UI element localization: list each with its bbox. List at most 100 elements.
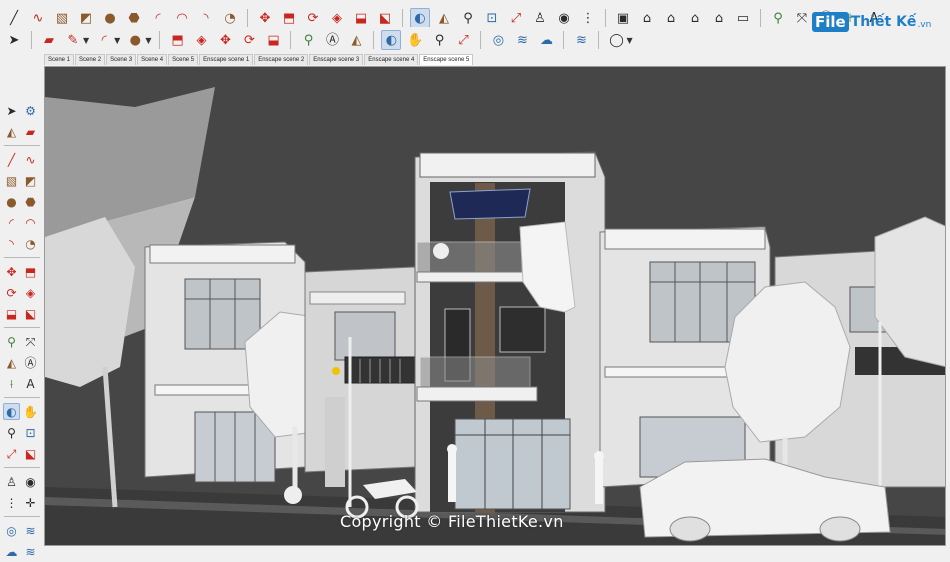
- scale-icon[interactable]: ⬓: [263, 30, 283, 50]
- move-icon[interactable]: ✥: [255, 8, 275, 28]
- dimension-icon[interactable]: ⤧: [792, 8, 812, 28]
- follow-me-icon[interactable]: ◈: [191, 30, 211, 50]
- component-icon[interactable]: ▣: [613, 8, 633, 28]
- protractor-icon[interactable]: ◭: [434, 8, 454, 28]
- scene-tab-active[interactable]: Enscape scene 5: [419, 54, 474, 65]
- shape-icon[interactable]: ●: [125, 30, 145, 50]
- move-icon[interactable]: ✥: [215, 30, 235, 50]
- position-camera-icon[interactable]: ♙: [3, 473, 20, 490]
- 3d-text-icon[interactable]: A: [22, 375, 39, 392]
- polygon-icon[interactable]: ⬣: [22, 193, 39, 210]
- eraser-icon[interactable]: ▰: [22, 123, 39, 140]
- scene-tab[interactable]: Enscape scene 2: [254, 54, 309, 65]
- section-plane-icon[interactable]: ◐: [410, 8, 430, 28]
- rectangle-icon[interactable]: ▧: [3, 172, 20, 189]
- rotate-icon[interactable]: ⟳: [303, 8, 323, 28]
- zoom-extents-icon[interactable]: ⤢: [506, 8, 526, 28]
- arc-icon[interactable]: ◜: [148, 8, 168, 28]
- chevron-down-icon[interactable]: ▼: [145, 36, 151, 45]
- orbit-icon[interactable]: ◐: [3, 403, 20, 420]
- axes-compass-icon[interactable]: ✛: [22, 494, 39, 511]
- circle-icon[interactable]: ●: [100, 8, 120, 28]
- walk-icon[interactable]: ⋮: [3, 494, 20, 511]
- polygon-icon[interactable]: ⬣: [124, 8, 144, 28]
- follow-me-icon[interactable]: ◈: [22, 284, 39, 301]
- styles-icon[interactable]: ≋: [22, 543, 39, 560]
- chevron-down-icon[interactable]: ▼: [626, 36, 632, 45]
- line-icon[interactable]: ╱: [4, 8, 24, 28]
- follow-me-icon[interactable]: ◈: [327, 8, 347, 28]
- zoom-icon[interactable]: ⚲: [429, 30, 449, 50]
- arc-icon[interactable]: ◜: [3, 214, 20, 231]
- text-icon[interactable]: Ⓐ: [22, 354, 39, 371]
- account-icon[interactable]: ◯: [606, 30, 626, 50]
- position-camera-icon[interactable]: ♙: [530, 8, 550, 28]
- component-icon[interactable]: ⚙: [22, 102, 39, 119]
- select-icon[interactable]: ➤: [3, 102, 20, 119]
- zoom-extents-icon[interactable]: ⤢: [3, 445, 20, 462]
- iso-view-icon[interactable]: ⌂: [637, 8, 657, 28]
- three-point-arc-icon[interactable]: ◝: [3, 235, 20, 252]
- dimension-icon[interactable]: ⤧: [22, 333, 39, 350]
- rotate-icon[interactable]: ⟳: [3, 284, 20, 301]
- select-icon[interactable]: ➤: [4, 30, 24, 50]
- fog-icon[interactable]: ☁: [3, 543, 20, 560]
- pie-icon[interactable]: ◔: [220, 8, 240, 28]
- zoom-icon[interactable]: ⚲: [3, 424, 20, 441]
- fog-icon[interactable]: ☁: [536, 30, 556, 50]
- pie-icon[interactable]: ◔: [22, 235, 39, 252]
- scene-tab[interactable]: Scene 3: [106, 54, 137, 65]
- protractor-icon[interactable]: ◭: [3, 354, 20, 371]
- chevron-down-icon[interactable]: ▼: [114, 36, 120, 45]
- scale-icon[interactable]: ⬓: [351, 8, 371, 28]
- styles-icon[interactable]: ≋: [571, 30, 591, 50]
- paint-bucket-icon[interactable]: ◭: [3, 123, 20, 140]
- tape-measure-icon[interactable]: ⚲: [768, 8, 788, 28]
- rotated-rectangle-icon[interactable]: ◩: [76, 8, 96, 28]
- rectangle-icon[interactable]: ▧: [52, 8, 72, 28]
- scene-tab[interactable]: Enscape scene 4: [364, 54, 419, 65]
- push-pull-icon[interactable]: ⬒: [167, 30, 187, 50]
- back-view-icon[interactable]: ▭: [733, 8, 753, 28]
- shadows-icon[interactable]: ≋: [512, 30, 532, 50]
- eraser-icon[interactable]: ▰: [39, 30, 59, 50]
- tape-measure-icon[interactable]: ⚲: [3, 333, 20, 350]
- offset-icon[interactable]: ⬕: [22, 305, 39, 322]
- scene-tab[interactable]: Scene 1: [44, 54, 75, 65]
- scene-tab[interactable]: Scene 4: [137, 54, 168, 65]
- freehand-icon[interactable]: ∿: [28, 8, 48, 28]
- section-icon[interactable]: ◎: [488, 30, 508, 50]
- right-view-icon[interactable]: ⌂: [709, 8, 729, 28]
- orbit-icon[interactable]: ◐: [381, 30, 402, 50]
- zoom-window-icon[interactable]: ⊡: [22, 424, 39, 441]
- rotate-icon[interactable]: ⟳: [239, 30, 259, 50]
- line-icon[interactable]: ╱: [3, 151, 20, 168]
- two-point-arc-icon[interactable]: ◠: [172, 8, 192, 28]
- model-viewport[interactable]: [44, 66, 946, 546]
- pan-icon[interactable]: ✋: [405, 30, 425, 50]
- zoom-extents-icon[interactable]: ⤢: [453, 30, 473, 50]
- shadows-icon[interactable]: ≋: [22, 522, 39, 539]
- scene-tab[interactable]: Enscape scene 3: [309, 54, 364, 65]
- previous-view-icon[interactable]: ⬕: [22, 445, 39, 462]
- arc-icon[interactable]: ◜: [94, 30, 114, 50]
- pencil-icon[interactable]: ✎: [63, 30, 83, 50]
- section-icon[interactable]: ◎: [3, 522, 20, 539]
- look-around-icon[interactable]: ◉: [554, 8, 574, 28]
- chevron-down-icon[interactable]: ▼: [83, 36, 89, 45]
- scene-tab[interactable]: Enscape scene 1: [199, 54, 254, 65]
- pan-icon[interactable]: ✋: [22, 403, 39, 420]
- two-point-arc-icon[interactable]: ◠: [22, 214, 39, 231]
- circle-icon[interactable]: ●: [3, 193, 20, 210]
- axes-icon[interactable]: ⟊: [3, 375, 20, 392]
- zoom-icon[interactable]: ⚲: [458, 8, 478, 28]
- move-icon[interactable]: ✥: [3, 263, 20, 280]
- push-pull-icon[interactable]: ⬒: [22, 263, 39, 280]
- push-pull-icon[interactable]: ⬒: [279, 8, 299, 28]
- top-view-icon[interactable]: ⌂: [661, 8, 681, 28]
- tape-measure-icon[interactable]: ⚲: [298, 30, 318, 50]
- front-view-icon[interactable]: ⌂: [685, 8, 705, 28]
- scale-icon[interactable]: ⬓: [3, 305, 20, 322]
- scene-tab[interactable]: Scene 5: [168, 54, 199, 65]
- offset-icon[interactable]: ⬕: [375, 8, 395, 28]
